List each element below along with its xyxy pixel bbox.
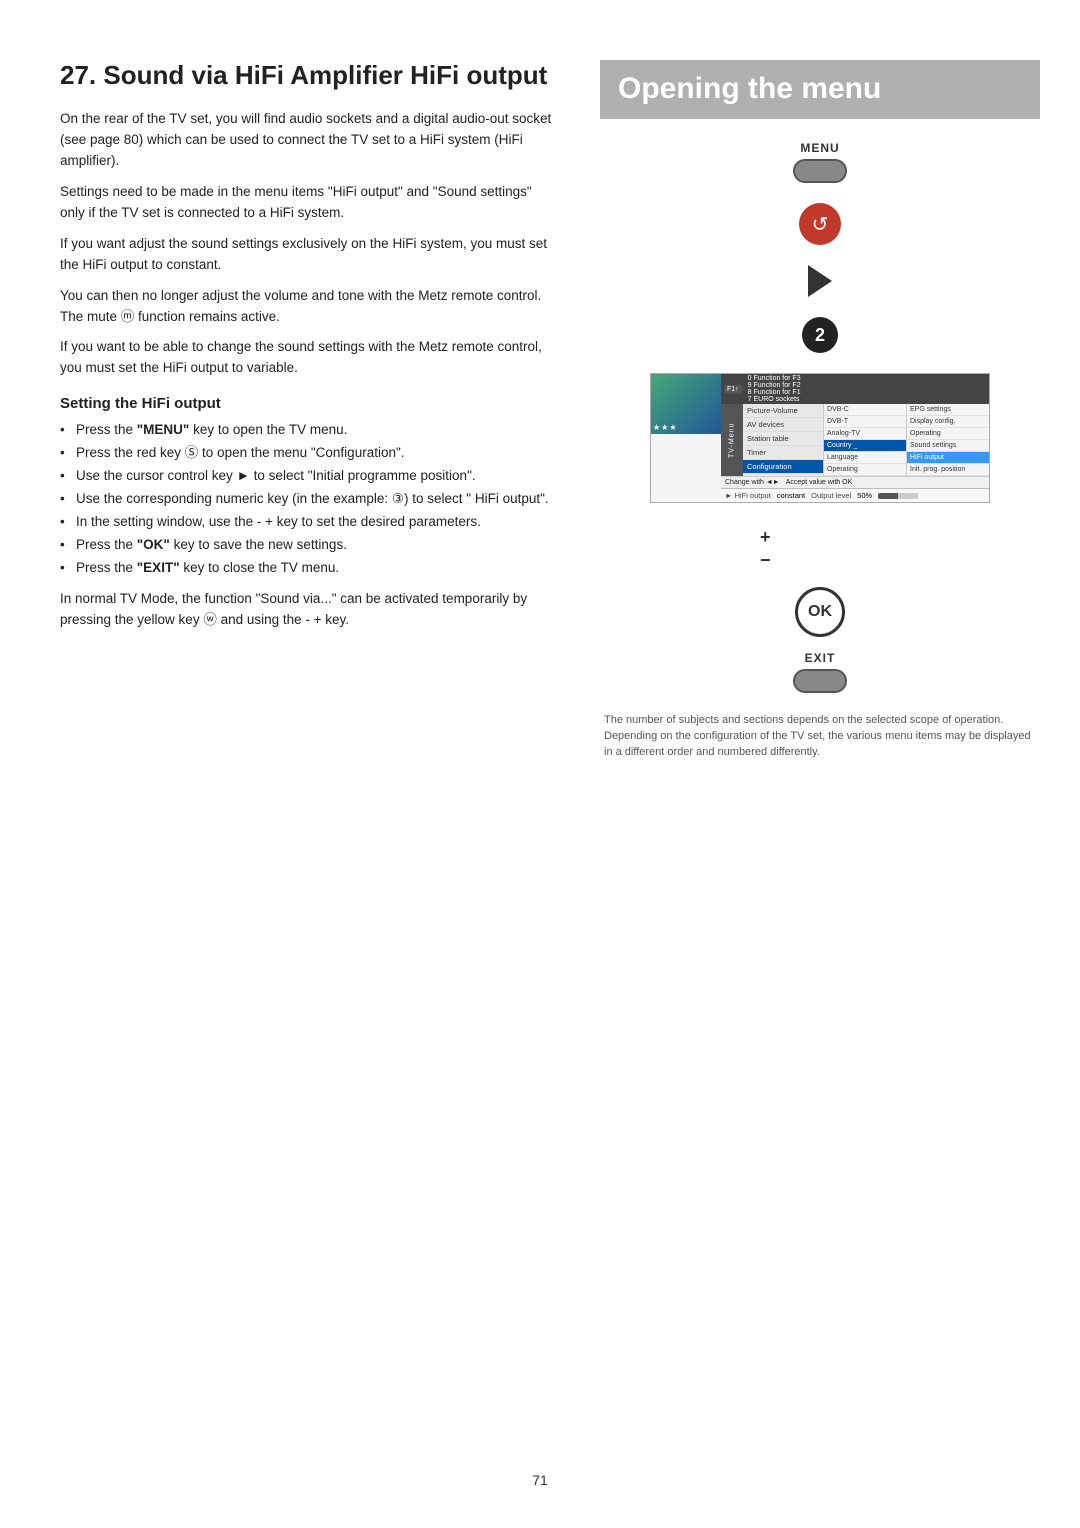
menu-label: MENU [800, 141, 839, 155]
col-right-sound: Sound settings [907, 440, 989, 452]
bold-ok: "OK" [137, 537, 170, 552]
tv-menu-middle-col: DVB-C DVB-T Analog-TV Country _ Language… [823, 404, 906, 476]
hifi-bar: ► HiFi output constant Output level 50% [721, 488, 989, 502]
tv-thumbnail: ★★★ [651, 374, 721, 434]
red-key-step: ↺ [799, 203, 841, 245]
left-column: 27. Sound via HiFi Amplifier HiFi output… [60, 60, 590, 1488]
menu-top-f2: 9 Function for F2 [748, 382, 801, 389]
tv-menu-footer: Change with ◄► Accept value with OK [721, 476, 989, 488]
arrow-right-icon [808, 265, 832, 297]
bullet-1: Press the "MENU" key to open the TV menu… [60, 420, 560, 441]
bullet-list: Press the "MENU" key to open the TV menu… [60, 420, 560, 578]
hifi-output-value: constant [777, 491, 805, 500]
arrow-right-step [808, 265, 832, 297]
exit-button-oval[interactable] [793, 669, 847, 693]
num-2-icon: 2 [802, 317, 838, 353]
tv-menu-diagram: ★★★ F1↑ 0 Function for F3 [650, 373, 990, 503]
hifi-bar-progress [878, 493, 918, 499]
menu-top-euro: 7 EURO sockets [748, 396, 800, 403]
col-right-operating: Operating [907, 428, 989, 440]
hifi-output-label: ► HiFi output [725, 491, 771, 500]
bold-menu: "MENU" [137, 422, 190, 437]
menu-button-oval[interactable] [793, 159, 847, 183]
footer-accept: Accept value with OK [786, 479, 853, 486]
plusminus-keys: + − [760, 527, 840, 571]
tv-menu-sidebar-label: TV-Menu [721, 404, 743, 476]
menu-item-av: AV devices [743, 418, 823, 432]
menu-item-timer: Timer [743, 446, 823, 460]
body-para-5: If you want to be able to change the sou… [60, 337, 560, 379]
menu-top-f1: 8 Function for F1 [748, 389, 801, 396]
closing-paragraph: In normal TV Mode, the function "Sound v… [60, 589, 560, 631]
col-mid-operating: Operating [824, 464, 906, 476]
menu-top-f3: 0 Function for F3 [748, 375, 801, 382]
col-right-init: Init. prog. position [907, 464, 989, 476]
footer-change: Change with ◄► [725, 479, 780, 486]
f1-badge: F1↑ [724, 385, 742, 394]
num-2-step: 2 [802, 317, 838, 353]
chapter-title-text: Sound via HiFi Amplifier HiFi output [103, 60, 547, 90]
col-mid-language: Language [824, 452, 906, 464]
chapter-number: 27. [60, 60, 96, 90]
chapter-title: 27. Sound via HiFi Amplifier HiFi output [60, 60, 560, 91]
menu-button-step: MENU [793, 141, 847, 183]
col-right-display: Display config. [907, 416, 989, 428]
section-header-title: Opening the menu [618, 72, 1022, 105]
body-para-2: Settings need to be made in the menu ite… [60, 182, 560, 224]
ok-button-step: OK [795, 587, 845, 637]
bullet-3: Use the cursor control key ► to select "… [60, 466, 560, 487]
col-mid-analog: Analog-TV [824, 428, 906, 440]
output-level-value: 50% [857, 491, 872, 500]
menu-item-station: Station table [743, 432, 823, 446]
steps-area: MENU ↺ 2 ★★★ [600, 141, 1040, 761]
bold-exit: "EXIT" [137, 560, 180, 575]
ok-button[interactable]: OK [795, 587, 845, 637]
body-para-1: On the rear of the TV set, you will find… [60, 109, 560, 172]
bullet-7: Press the "EXIT" key to close the TV men… [60, 558, 560, 579]
tv-stars: ★★★ [653, 423, 678, 432]
col-mid-country: Country _ [824, 440, 906, 452]
tv-menu-left-items: Picture-Volume AV devices Station table … [743, 404, 823, 476]
col-mid-dvbc: DVB-C [824, 404, 906, 416]
bullet-2: Press the red key Ⓢ to open the menu "Co… [60, 443, 560, 464]
menu-item-picture: Picture-Volume [743, 404, 823, 418]
bottom-note: The number of subjects and sections depe… [600, 713, 1040, 761]
menu-item-config: Configuration [743, 460, 823, 474]
body-para-4: You can then no longer adjust the volume… [60, 286, 560, 328]
right-column: Opening the menu MENU ↺ 2 [590, 60, 1040, 1488]
bullet-4: Use the corresponding numeric key (in th… [60, 489, 560, 510]
hifi-bar-fill [878, 493, 898, 499]
tv-menu-right-col: EPG settings Display config. Operating S… [906, 404, 989, 476]
bullet-5: In the setting window, use the - + key t… [60, 512, 560, 533]
col-right-epg: EPG settings [907, 404, 989, 416]
section-header: Opening the menu [600, 60, 1040, 119]
minus-key[interactable]: − [760, 550, 771, 571]
output-level-label: Output level [811, 491, 851, 500]
exit-button-step: EXIT [793, 651, 847, 693]
body-para-3: If you want adjust the sound settings ex… [60, 234, 560, 276]
col-mid-dvbt: DVB-T [824, 416, 906, 428]
page-number: 71 [532, 1472, 548, 1488]
plus-key[interactable]: + [760, 527, 771, 548]
col-right-hifi: HiFi output [907, 452, 989, 464]
exit-label: EXIT [805, 651, 836, 665]
red-key-icon[interactable]: ↺ [799, 203, 841, 245]
bullet-6: Press the "OK" key to save the new setti… [60, 535, 560, 556]
subheading: Setting the HiFi output [60, 395, 560, 412]
